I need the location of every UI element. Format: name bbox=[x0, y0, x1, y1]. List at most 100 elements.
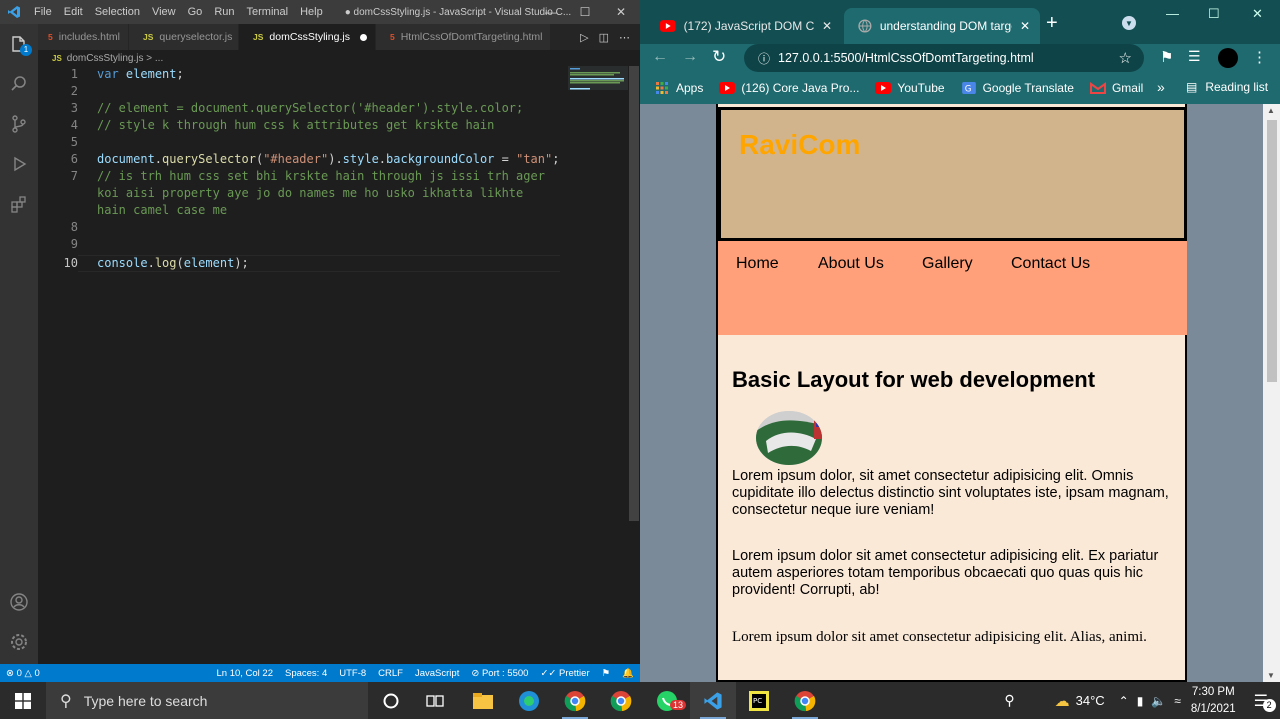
source-control-icon[interactable] bbox=[0, 104, 38, 144]
menu-file[interactable]: File bbox=[28, 6, 58, 18]
browser-minimize-icon[interactable]: — bbox=[1166, 6, 1179, 21]
settings-gear-icon[interactable] bbox=[0, 622, 38, 662]
bookmark-star-icon[interactable]: ☆ bbox=[1119, 49, 1132, 67]
edge-icon[interactable] bbox=[506, 682, 552, 719]
bookmark-apps[interactable]: Apps bbox=[654, 81, 703, 95]
nav-contact-us[interactable]: Contact Us bbox=[1011, 255, 1090, 273]
cursor-position[interactable]: Ln 10, Col 22 bbox=[210, 668, 279, 679]
account-icon[interactable] bbox=[0, 582, 38, 622]
action-center-icon[interactable]: ☰ 2 bbox=[1254, 691, 1276, 712]
windows-start-icon[interactable] bbox=[0, 682, 46, 719]
nav-home[interactable]: Home bbox=[736, 255, 779, 273]
minimize-icon[interactable]: — bbox=[534, 0, 568, 24]
chrome-menu-icon[interactable]: ⋮ bbox=[1252, 48, 1267, 66]
vscode-taskbar-icon[interactable] bbox=[690, 682, 736, 719]
nav-about-us[interactable]: About Us bbox=[818, 255, 884, 273]
browser-maximize-icon[interactable]: ☐ bbox=[1208, 6, 1220, 22]
live-server-port[interactable]: ⊘ Port : 5500 bbox=[465, 668, 534, 679]
close-tab-icon[interactable]: ✕ bbox=[822, 19, 832, 33]
address-bar[interactable]: ⓘ 127.0.0.1:5500/HtmlCssOfDomtTargeting.… bbox=[744, 44, 1144, 72]
cortana-icon[interactable] bbox=[368, 682, 414, 719]
more-actions-icon[interactable]: ⋯ bbox=[619, 31, 630, 44]
prettier-status[interactable]: ✓✓ Prettier bbox=[534, 668, 595, 679]
chrome-profile-icon[interactable] bbox=[598, 682, 644, 719]
indentation[interactable]: Spaces: 4 bbox=[279, 668, 333, 679]
breadcrumb[interactable]: JS domCssStyling.js > ... bbox=[38, 50, 640, 66]
vscode-logo-icon[interactable] bbox=[0, 0, 28, 24]
menu-help[interactable]: Help bbox=[294, 6, 329, 18]
volume-icon[interactable]: 🔈 bbox=[1151, 694, 1166, 708]
maximize-icon[interactable]: ☐ bbox=[568, 0, 602, 24]
menu-run[interactable]: Run bbox=[208, 6, 240, 18]
bookmark-youtube[interactable]: YouTube bbox=[875, 81, 945, 95]
forward-icon[interactable]: → bbox=[682, 48, 698, 66]
menu-go[interactable]: Go bbox=[182, 6, 209, 18]
page-scrollbar[interactable]: ▲ ▼ bbox=[1263, 104, 1280, 682]
browser-tab-active[interactable]: understanding DOM targe ✕ bbox=[844, 8, 1040, 44]
problems-indicator[interactable]: ⊗ 0 △ 0 bbox=[0, 668, 46, 679]
scroll-up-icon[interactable]: ▲ bbox=[1267, 106, 1275, 115]
tab-queryselector-js[interactable]: JS queryselector.js bbox=[129, 24, 240, 50]
close-icon[interactable]: ✕ bbox=[604, 0, 638, 24]
nav-gallery[interactable]: Gallery bbox=[922, 255, 973, 273]
menu-terminal[interactable]: Terminal bbox=[241, 6, 295, 18]
whatsapp-icon[interactable]: 13 bbox=[644, 682, 690, 719]
more-bookmarks-icon[interactable]: » bbox=[1157, 79, 1165, 95]
tab-includes-html[interactable]: 5 includes.html bbox=[38, 24, 130, 50]
site-info-icon[interactable]: ⓘ bbox=[758, 50, 770, 67]
back-icon[interactable]: ← bbox=[652, 48, 668, 66]
menu-view[interactable]: View bbox=[146, 6, 182, 18]
browser-tab-youtube[interactable]: (172) JavaScript DOM CSS ✕ bbox=[646, 8, 842, 44]
people-icon[interactable]: ⚲ bbox=[1004, 692, 1014, 709]
extensions-icon[interactable] bbox=[0, 184, 38, 224]
scroll-down-icon[interactable]: ▼ bbox=[1267, 671, 1275, 680]
tab-search-icon[interactable]: ▼ bbox=[1122, 16, 1136, 30]
taskbar-search[interactable]: ⚲ Type here to search bbox=[46, 682, 368, 719]
show-hidden-icons-icon[interactable]: ⌃ bbox=[1119, 694, 1129, 708]
search-icon[interactable] bbox=[0, 64, 38, 104]
close-tab-icon[interactable]: ✕ bbox=[1020, 19, 1030, 33]
code-editor[interactable]: 1 2 3 4 5 6 7 8 9 10 var element; // ele… bbox=[38, 66, 628, 664]
wifi-icon[interactable]: ≈ bbox=[1174, 694, 1181, 708]
bookmark-core-java[interactable]: (126) Core Java Pro... bbox=[719, 81, 859, 95]
tab-htmlcssofdomttargeting-html[interactable]: 5 HtmlCssOfDomtTargeting.html bbox=[375, 24, 552, 50]
notifications-bell-icon[interactable]: 🔔 bbox=[616, 668, 640, 679]
bookmark-gmail[interactable]: Gmail bbox=[1089, 81, 1143, 95]
reload-icon[interactable]: ↻ bbox=[712, 47, 726, 67]
bookmark-google-translate[interactable]: G Google Translate bbox=[961, 81, 1074, 95]
split-editor-icon[interactable]: ◫ bbox=[599, 31, 609, 44]
run-file-icon[interactable]: ▷ bbox=[580, 31, 588, 44]
chrome-app-icon[interactable] bbox=[782, 682, 828, 719]
feedback-icon[interactable]: ⚑ bbox=[596, 668, 617, 679]
run-debug-icon[interactable] bbox=[0, 144, 38, 184]
end-of-line[interactable]: CRLF bbox=[372, 668, 409, 679]
editor-scrollbar[interactable] bbox=[628, 66, 640, 664]
tab-domcssstyling-js[interactable]: JS domCssStyling.js bbox=[239, 24, 376, 50]
new-tab-icon[interactable]: + bbox=[1046, 12, 1058, 35]
reading-list[interactable]: ▤ Reading list bbox=[1186, 80, 1268, 94]
code-line-7-wrap: hain camel case me bbox=[97, 203, 228, 217]
weather-temp[interactable]: 34°C bbox=[1076, 693, 1105, 708]
menu-selection[interactable]: Selection bbox=[89, 6, 146, 18]
clock[interactable]: 7:30 PM 8/1/2021 bbox=[1191, 684, 1236, 718]
chrome-icon[interactable] bbox=[552, 682, 598, 719]
code-line-10: console.log(element); bbox=[97, 255, 249, 272]
encoding[interactable]: UTF-8 bbox=[333, 668, 372, 679]
battery-icon[interactable]: ▮ bbox=[1137, 694, 1144, 708]
unsaved-dot-icon[interactable] bbox=[359, 33, 367, 41]
page-viewport[interactable]: RaviCom Home About Us Gallery Contact Us… bbox=[640, 104, 1280, 682]
explorer-icon[interactable]: 1 bbox=[0, 24, 38, 64]
weather-icon[interactable]: ☁ bbox=[1055, 692, 1070, 710]
browser-close-icon[interactable]: ✕ bbox=[1252, 6, 1263, 22]
minimap[interactable] bbox=[568, 66, 628, 96]
pycharm-icon[interactable]: PC bbox=[736, 682, 782, 719]
menu-edit[interactable]: Edit bbox=[58, 6, 89, 18]
media-control-icon[interactable]: ☰ bbox=[1188, 48, 1201, 65]
profile-avatar[interactable] bbox=[1218, 48, 1238, 68]
language-mode[interactable]: JavaScript bbox=[409, 668, 465, 679]
task-view-icon[interactable] bbox=[412, 682, 458, 719]
scrollbar-thumb[interactable] bbox=[1267, 120, 1277, 382]
scrollbar-thumb[interactable] bbox=[629, 66, 639, 521]
file-explorer-icon[interactable] bbox=[460, 682, 506, 719]
extensions-puzzle-icon[interactable]: ⚑ bbox=[1160, 48, 1173, 66]
